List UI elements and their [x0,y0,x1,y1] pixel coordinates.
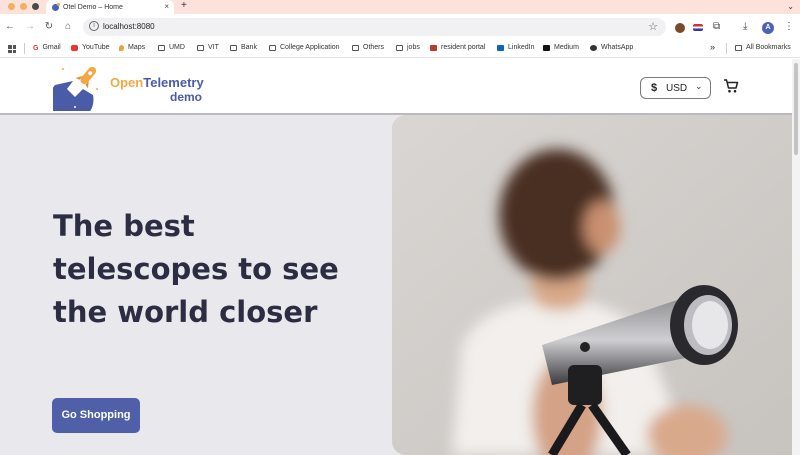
address-url[interactable]: localhost:8080 [103,22,155,31]
logo-open-text: Open [110,75,144,90]
folder-icon [396,44,403,51]
currency-code: USD [666,83,688,94]
bookmark-label: VIT [208,44,219,51]
bookmark-college-application[interactable]: College Application [269,44,340,51]
shopping-cart-icon[interactable] [723,78,739,94]
browser-tab-active[interactable]: Otel Demo – Home × [46,0,174,14]
extension-icon[interactable] [675,23,685,33]
browser-tab-bar: Otel Demo – Home × + ⌄ [0,0,800,14]
extensions-puzzle-icon[interactable]: ⧉ [713,21,720,32]
all-bookmarks[interactable]: All Bookmarks [735,44,791,51]
bookmark-label: resident portal [441,44,486,51]
browser-toolbar: ← → ↻ ⌂ i localhost:8080 ☆ ⧉ ⤓ A ⋮ [0,14,800,40]
bookmark-maps[interactable]: Maps [119,44,145,51]
logo-demo-text: demo [170,90,203,104]
bookmark-gmail[interactable]: G Gmail [33,44,61,52]
bookmark-label: College Application [280,44,340,51]
home-icon[interactable]: ⌂ [62,21,74,33]
bookmark-label: Medium [554,44,579,51]
apps-grid-icon[interactable] [8,45,16,53]
bookmark-medium[interactable]: Medium [543,44,579,51]
bookmark-whatsapp[interactable]: WhatsApp [590,44,633,51]
logo-wordmark[interactable]: OpenTelemetry [110,75,204,90]
web-page: OpenTelemetry demo $ USD ⌄ The best tele… [0,59,792,455]
folder-icon [735,44,742,51]
flag-extension-icon[interactable] [693,24,703,31]
window-minimize-dot[interactable] [8,3,15,10]
hero-banner: The best telescopes to see the world clo… [0,115,792,455]
bookmark-label: jobs [407,44,420,51]
bookmark-label: Gmail [42,44,61,51]
new-tab-button[interactable]: + [181,0,187,11]
site-header: OpenTelemetry demo $ USD ⌄ [0,59,792,115]
whatsapp-icon [590,44,597,51]
gmail-icon: G [33,44,39,52]
tab-search-chevron-icon[interactable]: ⌄ [787,2,794,11]
window-close-dot[interactable] [32,3,39,10]
folder-icon [158,44,165,51]
bookmark-label: Maps [128,44,146,51]
bookmark-label: Others [363,44,385,51]
folder-icon [230,44,237,51]
reload-icon[interactable]: ↻ [43,21,55,33]
tab-close-icon[interactable]: × [164,2,169,11]
page-scrollbar[interactable] [792,59,800,455]
bookmark-star-icon[interactable]: ☆ [648,20,658,33]
folder-icon [269,44,276,51]
folder-icon [352,44,359,51]
bookmark-others[interactable]: Others [352,44,384,51]
back-icon[interactable]: ← [4,21,16,33]
download-icon[interactable]: ⤓ [743,21,747,32]
bookmark-label: YouTube [82,44,110,51]
bookmarks-divider [24,43,25,54]
resident-portal-icon [430,44,437,51]
go-shopping-button[interactable]: Go Shopping [52,398,140,433]
tab-title: Otel Demo – Home [63,3,123,11]
bookmark-label: WhatsApp [601,44,634,51]
youtube-icon [71,44,78,51]
logo-telemetry-text: Telemetry [143,75,204,90]
bookmarks-overflow-icon[interactable]: » [710,42,715,52]
address-bar[interactable]: i localhost:8080 ☆ [83,18,666,36]
bookmarks-bar: G Gmail YouTube Maps UMD VIT Bank College… [0,40,800,58]
maps-icon [119,44,124,51]
hero-telescope-photo [392,115,792,455]
bookmark-resident-portal[interactable]: resident portal [430,44,485,51]
currency-select[interactable]: $ USD ⌄ [640,77,711,99]
profile-avatar[interactable]: A [762,22,774,34]
site-info-icon[interactable]: i [89,21,99,31]
window-zoom-dot[interactable] [20,3,27,10]
bookmark-label: Bank [241,44,257,51]
opentelemetry-logo-icon[interactable] [53,63,101,111]
scrollbar-thumb[interactable] [794,63,798,155]
medium-icon [543,44,550,51]
linkedin-icon [497,44,504,51]
bookmark-vit[interactable]: VIT [197,44,219,51]
bookmark-linkedin[interactable]: LinkedIn [497,44,534,51]
otel-favicon-icon [52,2,60,11]
chevron-down-icon: ⌄ [695,81,703,91]
currency-symbol: $ [651,82,658,94]
bookmark-label: LinkedIn [508,44,535,51]
bookmark-umd[interactable]: UMD [158,44,185,51]
hero-title: The best telescopes to see the world clo… [53,209,339,329]
folder-icon [197,44,204,51]
forward-icon[interactable]: → [24,21,36,33]
bookmark-label: UMD [169,44,185,51]
browser-menu-icon[interactable]: ⋮ [784,21,794,32]
bookmark-jobs[interactable]: jobs [396,44,420,51]
all-bookmarks-label: All Bookmarks [746,44,791,51]
bookmark-youtube[interactable]: YouTube [71,44,110,51]
bookmarks-divider [726,43,727,54]
bookmark-bank[interactable]: Bank [230,44,257,51]
